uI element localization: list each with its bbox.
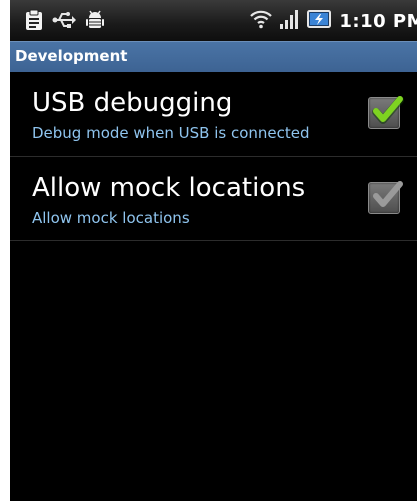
- usb-debugging-summary: Debug mode when USB is connected: [32, 124, 310, 142]
- mock-locations-summary: Allow mock locations: [32, 209, 190, 227]
- battery-charging-icon: [307, 8, 333, 34]
- android-debug-icon: [84, 9, 106, 35]
- section-title: Development: [15, 47, 128, 65]
- usb-debugging-row[interactable]: USB debugging Debug mode when USB is con…: [10, 72, 417, 156]
- status-left-icons: [24, 9, 106, 35]
- wifi-icon: [249, 8, 273, 34]
- mock-locations-row[interactable]: Allow mock locations Allow mock location…: [10, 157, 417, 241]
- status-time: 1:10 PM: [339, 10, 417, 32]
- signal-icon: [279, 8, 301, 34]
- phone-screen: 1:10 PM Development USB debugging Debug …: [10, 0, 417, 501]
- status-right-icons: 1:10 PM: [249, 8, 417, 34]
- row-divider: [10, 240, 417, 241]
- usb-icon: [52, 11, 76, 33]
- status-bar: 1:10 PM: [10, 0, 417, 41]
- mock-locations-checkbox[interactable]: [368, 181, 403, 214]
- clipboard-icon: [24, 9, 44, 35]
- checkmark-icon: [373, 181, 403, 207]
- mock-locations-title: Allow mock locations: [32, 173, 306, 203]
- section-header: Development: [10, 41, 417, 72]
- usb-debugging-checkbox[interactable]: [368, 96, 404, 129]
- checkmark-icon: [372, 96, 404, 124]
- usb-debugging-title: USB debugging: [32, 88, 233, 118]
